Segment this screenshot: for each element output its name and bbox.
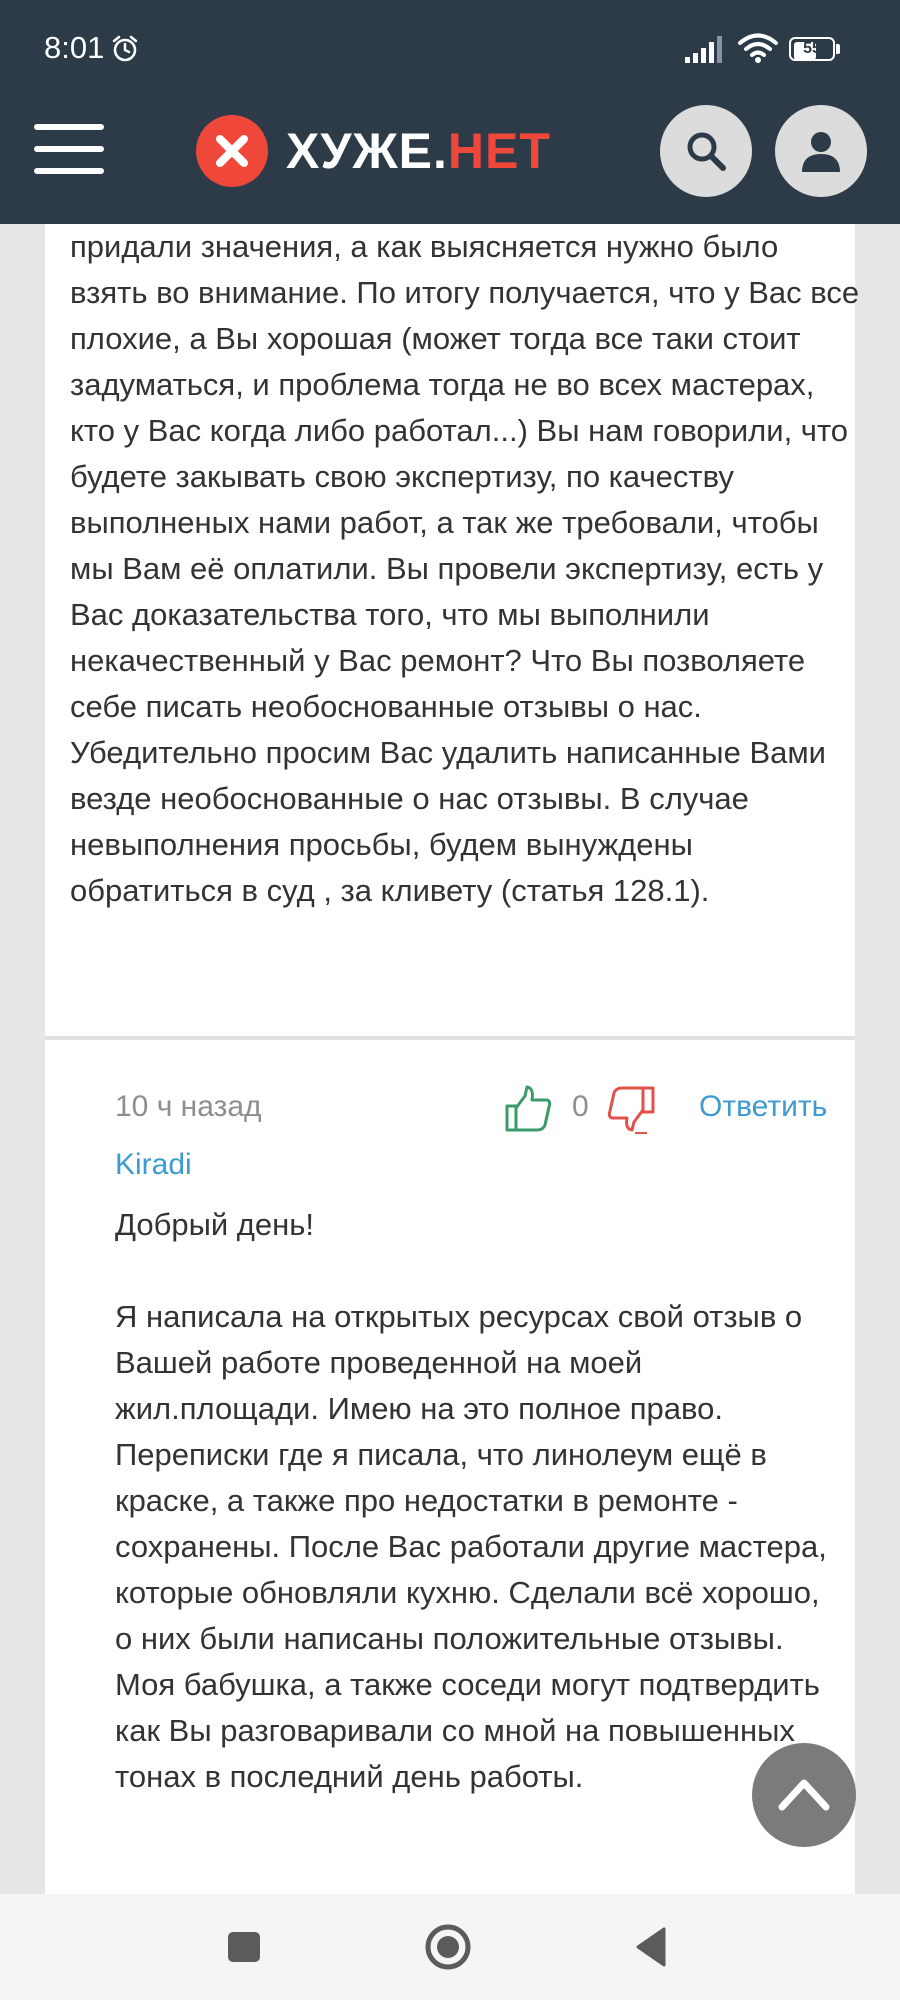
logo-x-icon xyxy=(196,115,268,187)
battery-icon: 55 xyxy=(789,37,841,63)
signal-icon xyxy=(685,36,722,63)
back-button[interactable] xyxy=(624,1919,680,1975)
alarm-icon xyxy=(112,35,138,62)
system-nav-bar xyxy=(0,1894,900,2000)
comment-body: Добрый день! Я написала на открытых ресу… xyxy=(115,1202,845,1800)
vote-count: 0 xyxy=(572,1090,589,1123)
comment-meta: 10 ч назад 0 Ответить xyxy=(115,1084,835,1134)
comment-author[interactable]: Kiradi xyxy=(115,1148,192,1182)
comment-text: Я написала на открытых ресурсах свой отз… xyxy=(115,1299,827,1794)
previous-comment-card: придали значения, а как выясняется нужно… xyxy=(45,224,859,1040)
recents-square-icon xyxy=(228,1932,260,1962)
status-time: 8:01 xyxy=(44,30,105,65)
recents-button[interactable] xyxy=(216,1919,272,1975)
logo-text: ХУЖЕ.НЕТ xyxy=(286,122,551,180)
screen: 8:01 55 ХУЖЕ.НЕТ придали значения, а как… xyxy=(0,0,900,2000)
comment-greeting: Добрый день! xyxy=(115,1207,315,1242)
comment-time: 10 ч назад xyxy=(115,1090,262,1123)
logo-main-text: ХУЖЕ xyxy=(286,123,433,179)
menu-line xyxy=(34,168,104,174)
status-bar: 8:01 55 xyxy=(0,0,900,100)
reply-link[interactable]: Ответить xyxy=(699,1090,827,1124)
menu-line xyxy=(34,124,104,130)
profile-button[interactable] xyxy=(775,105,867,197)
thumbs-up-icon[interactable] xyxy=(503,1084,553,1134)
search-button[interactable] xyxy=(660,105,752,197)
back-triangle-icon xyxy=(636,1927,666,1967)
battery-tip xyxy=(836,44,840,54)
search-icon xyxy=(687,132,726,171)
logo-accent-text: НЕТ xyxy=(447,123,551,179)
chevron-up-icon xyxy=(778,1779,830,1811)
comment-card: 10 ч назад 0 Ответить Kiradi Добрый день… xyxy=(45,1040,855,1910)
user-icon xyxy=(802,132,840,172)
wifi-icon xyxy=(738,33,778,63)
logo-dot: . xyxy=(433,123,448,179)
previous-comment-text: придали значения, а как выясняется нужно… xyxy=(70,229,860,908)
menu-line xyxy=(34,146,104,152)
app-header: 8:01 55 ХУЖЕ.НЕТ xyxy=(0,0,900,224)
home-circle-icon xyxy=(425,1924,471,1970)
menu-icon[interactable] xyxy=(34,120,104,178)
site-logo[interactable]: ХУЖЕ.НЕТ xyxy=(196,115,551,187)
scroll-top-button[interactable] xyxy=(752,1743,856,1847)
battery-level: 55 xyxy=(803,40,821,57)
home-button[interactable] xyxy=(420,1919,476,1975)
comments-content: придали значения, а как выясняется нужно… xyxy=(45,224,859,1910)
thumbs-down-icon[interactable] xyxy=(605,1084,657,1136)
